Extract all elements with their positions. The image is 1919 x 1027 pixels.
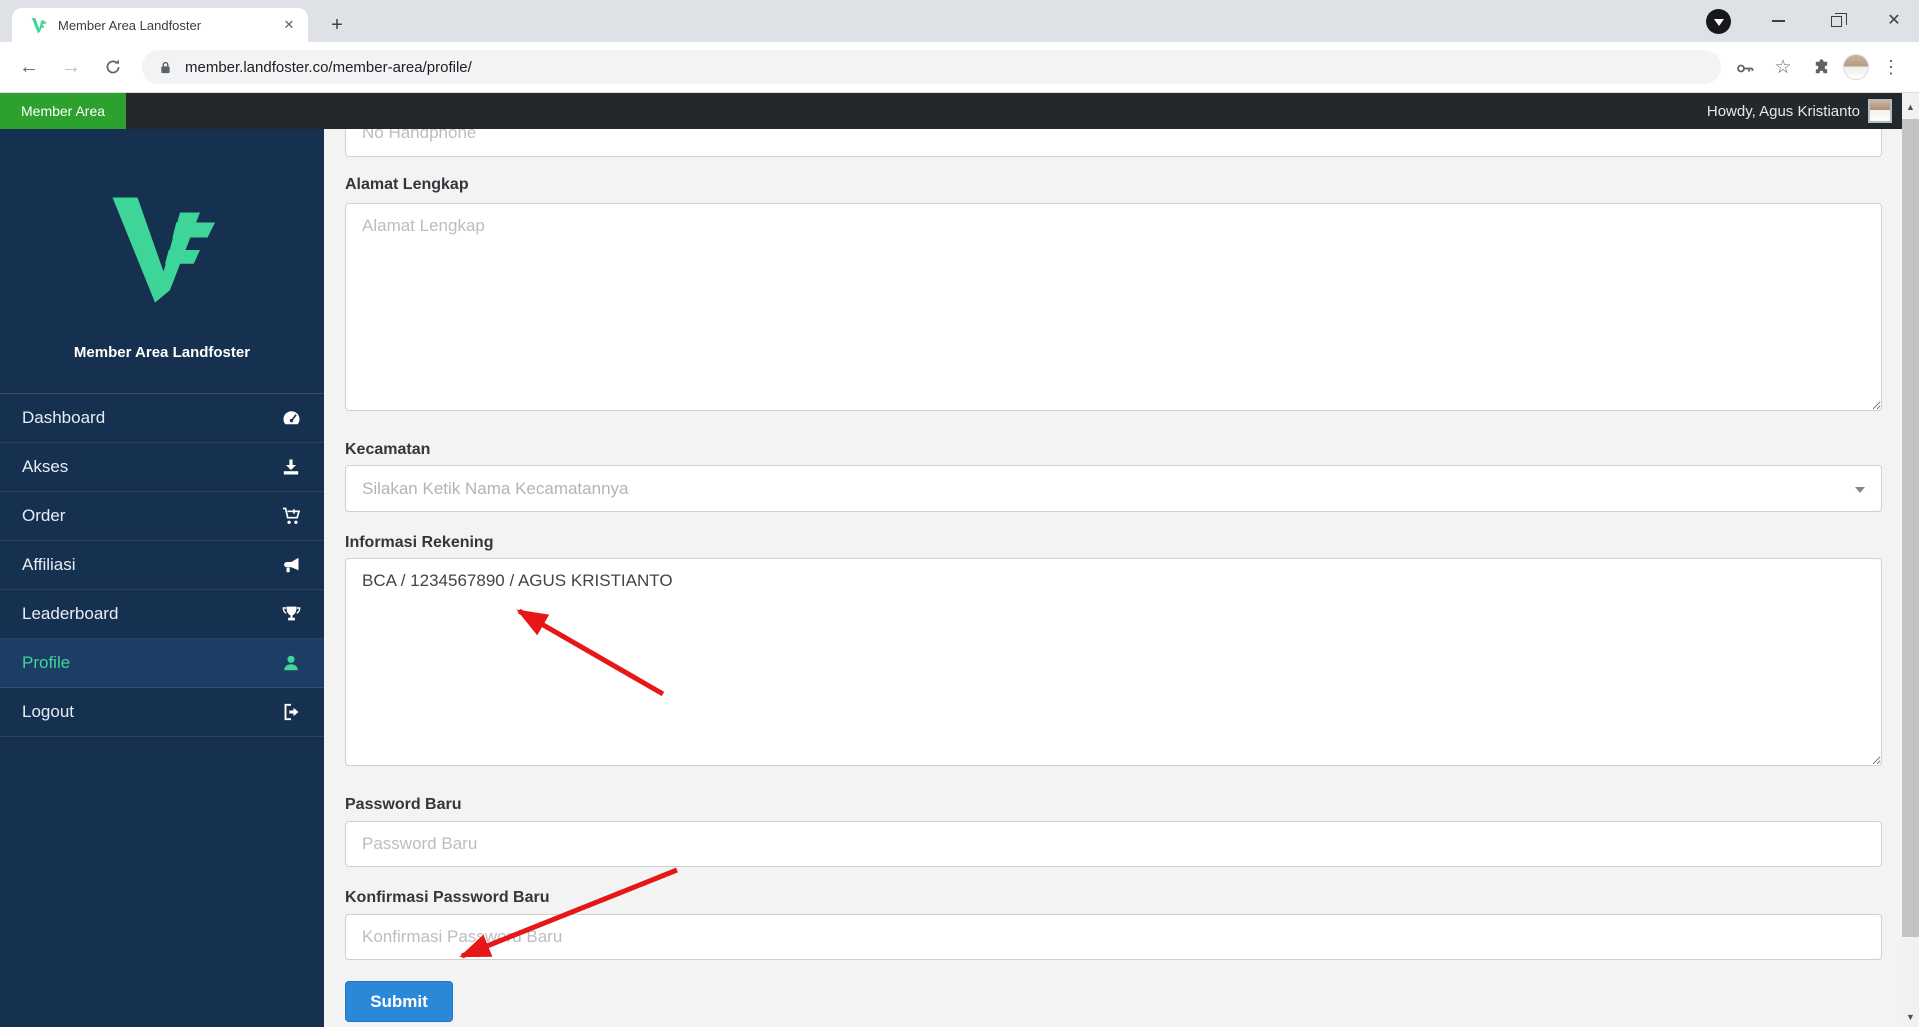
profile-form: Alamat Lengkap Kecamatan Silakan Ketik N… <box>324 129 1902 1027</box>
sidebar-item-profile[interactable]: Profile <box>0 639 324 688</box>
alamat-group: Alamat Lengkap <box>345 175 1882 416</box>
tab-strip: Member Area Landfoster ✕ + ✕ <box>0 0 1919 42</box>
rekening-textarea[interactable]: BCA / 1234567890 / AGUS KRISTIANTO <box>345 558 1882 766</box>
browser-toolbar: ← → member.landfoster.co/member-area/pro… <box>0 42 1919 93</box>
sidebar-item-dashboard[interactable]: Dashboard <box>0 394 324 443</box>
url-text: member.landfoster.co/member-area/profile… <box>185 59 472 76</box>
kecamatan-placeholder: Silakan Ketik Nama Kecamatannya <box>362 479 628 499</box>
admin-bar: Member Area Howdy, Agus Kristianto <box>0 93 1902 129</box>
download-icon <box>280 457 302 477</box>
sidebar-item-order[interactable]: Order <box>0 492 324 541</box>
url-bar[interactable]: member.landfoster.co/member-area/profile… <box>142 50 1721 84</box>
close-window-button[interactable]: ✕ <box>1883 10 1905 32</box>
page-scrollbar: ▲ ▼ <box>1902 93 1919 1027</box>
sidebar-item-logout[interactable]: Logout <box>0 688 324 737</box>
logout-icon <box>280 702 302 722</box>
sidebar-item-leaderboard[interactable]: Leaderboard <box>0 590 324 639</box>
kecamatan-select[interactable]: Silakan Ketik Nama Kecamatannya <box>345 465 1882 512</box>
page-viewport: Member Area Howdy, Agus Kristianto Membe… <box>0 93 1919 1027</box>
back-button[interactable]: ← <box>12 50 46 84</box>
megaphone-icon <box>280 555 302 575</box>
browser-update-icon[interactable] <box>1706 9 1731 34</box>
rekening-label: Informasi Rekening <box>345 533 1882 553</box>
scrollbar-up-arrow[interactable]: ▲ <box>1902 98 1919 115</box>
account-menu[interactable]: Howdy, Agus Kristianto <box>1707 99 1902 123</box>
browser-profile-avatar[interactable] <box>1843 54 1869 80</box>
password-input[interactable] <box>345 821 1882 867</box>
rekening-group: Informasi Rekening BCA / 1234567890 / AG… <box>345 533 1882 771</box>
chevron-down-icon <box>1855 487 1865 493</box>
user-icon <box>280 653 302 673</box>
password-label: Password Baru <box>345 795 1882 815</box>
forward-button[interactable]: → <box>54 50 88 84</box>
browser-window: Member Area Landfoster ✕ + ✕ ← → member.… <box>0 0 1919 1027</box>
password-group: Password Baru <box>345 795 1882 867</box>
minimize-button[interactable] <box>1767 10 1789 32</box>
reload-button[interactable] <box>96 50 130 84</box>
kecamatan-label: Kecamatan <box>345 440 1882 460</box>
sidebar: Member Area Landfoster Dashboard <box>0 129 324 1027</box>
sidebar-title: Member Area Landfoster <box>0 344 324 361</box>
alamat-textarea[interactable] <box>345 203 1882 411</box>
restore-button[interactable] <box>1825 10 1847 32</box>
submit-button[interactable]: Submit <box>345 981 453 1022</box>
landfoster-logo <box>100 185 225 305</box>
browser-menu-kebab-icon[interactable]: ⋮ <box>1875 51 1907 83</box>
new-tab-button[interactable]: + <box>322 10 352 40</box>
kecamatan-group: Kecamatan Silakan Ketik Nama Kecamatanny… <box>345 440 1882 512</box>
password-key-icon[interactable] <box>1729 51 1761 83</box>
reload-icon <box>104 58 122 76</box>
scrollbar-down-arrow[interactable]: ▼ <box>1902 1008 1919 1025</box>
close-tab-icon[interactable]: ✕ <box>280 16 298 34</box>
greeting-text: Howdy, Agus Kristianto <box>1707 103 1860 120</box>
user-avatar <box>1868 99 1892 123</box>
logo-area <box>0 129 324 310</box>
scrollbar-thumb[interactable] <box>1902 119 1919 937</box>
page-main: Member Area Landfoster Dashboard <box>0 129 1902 1027</box>
sidebar-item-affiliasi[interactable]: Affiliasi <box>0 541 324 590</box>
alamat-label: Alamat Lengkap <box>345 175 1882 195</box>
bookmark-star-icon[interactable]: ☆ <box>1767 51 1799 83</box>
cart-plus-icon <box>280 506 302 526</box>
window-controls: ✕ <box>1706 0 1905 42</box>
lock-icon <box>158 59 173 76</box>
gauge-icon <box>280 408 302 428</box>
trophy-icon <box>280 604 302 624</box>
extensions-puzzle-icon[interactable] <box>1805 51 1837 83</box>
konfirmasi-label: Konfirmasi Password Baru <box>345 888 1882 908</box>
tab-title: Member Area Landfoster <box>58 18 274 33</box>
no-handphone-input[interactable] <box>345 129 1882 157</box>
konfirmasi-input[interactable] <box>345 914 1882 960</box>
browser-tab[interactable]: Member Area Landfoster ✕ <box>12 8 308 42</box>
konfirmasi-group: Konfirmasi Password Baru <box>345 888 1882 960</box>
landfoster-favicon-icon <box>30 16 48 34</box>
sidebar-nav: Dashboard Akses <box>0 393 324 737</box>
toolbar-icons: ☆ ⋮ <box>1729 51 1907 83</box>
sidebar-item-akses[interactable]: Akses <box>0 443 324 492</box>
member-area-badge[interactable]: Member Area <box>0 93 126 129</box>
